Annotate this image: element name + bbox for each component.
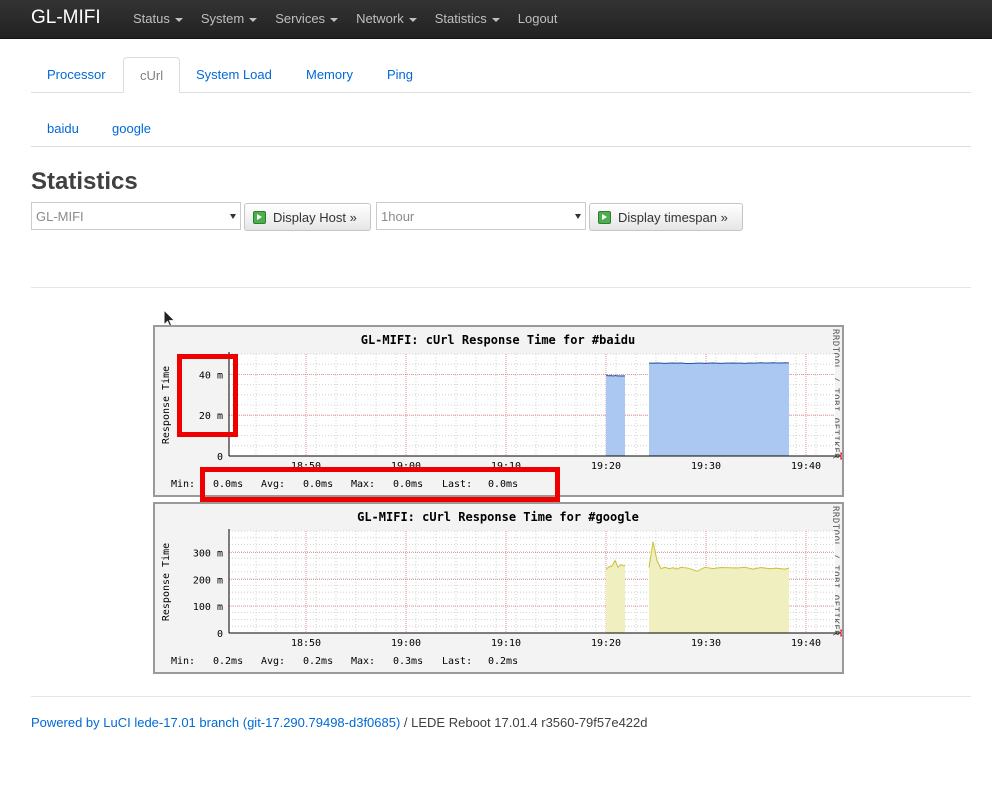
brand-logo[interactable]: GL-MIFI bbox=[31, 7, 101, 29]
curl-google-graph: GL-MIFI: cUrl Response Time for #google R… bbox=[153, 502, 844, 674]
tab-system-load[interactable]: System Load bbox=[180, 57, 288, 93]
stat-value: 0.2ms bbox=[488, 656, 518, 667]
y-axis-label: Response Time bbox=[161, 543, 172, 621]
stat-value: 0.3ms bbox=[393, 656, 423, 667]
menu-services-label: Services bbox=[275, 11, 326, 26]
timespan-select[interactable]: 1hour bbox=[376, 202, 586, 230]
chevron-down-icon bbox=[408, 17, 417, 22]
menu-status[interactable]: Status bbox=[124, 0, 192, 39]
y-axis-label: Response Time bbox=[161, 366, 172, 444]
data-area-segment bbox=[606, 560, 625, 633]
x-tick-label: 19:30 bbox=[691, 638, 721, 649]
divider bbox=[31, 287, 971, 288]
x-tick-label: 19:20 bbox=[591, 638, 621, 649]
timespan-select-value: 1hour bbox=[381, 209, 415, 224]
highlight-box-stats bbox=[200, 467, 560, 502]
menu-logout-label: Logout bbox=[517, 11, 558, 26]
x-tick-label: 19:00 bbox=[391, 638, 421, 649]
menu-system[interactable]: System bbox=[192, 0, 266, 39]
display-timespan-label: Display timespan » bbox=[618, 210, 728, 225]
display-timespan-button[interactable]: Display timespan » bbox=[589, 203, 743, 231]
apply-icon bbox=[598, 211, 611, 224]
chevron-down-icon bbox=[249, 17, 258, 22]
host-subtabs: baidu google bbox=[31, 110, 971, 147]
stat-label: Max: bbox=[351, 656, 375, 667]
host-select-value: GL-MIFI bbox=[36, 209, 84, 224]
x-tick-label: 19:20 bbox=[591, 461, 621, 472]
x-axis-arrow bbox=[840, 452, 842, 460]
x-tick-label: 19:10 bbox=[491, 638, 521, 649]
stat-label: Avg: bbox=[261, 656, 285, 667]
subtab-google[interactable]: google bbox=[112, 121, 151, 136]
page-title: Statistics bbox=[31, 168, 138, 195]
luci-link[interactable]: Powered by LuCI lede-17.01 branch (git-1… bbox=[31, 715, 400, 730]
display-host-button[interactable]: Display Host » bbox=[244, 203, 371, 231]
chevron-down-icon bbox=[174, 17, 183, 22]
tab-processor[interactable]: Processor bbox=[31, 57, 122, 93]
divider bbox=[31, 696, 971, 697]
main-menu: Status System Services Network Statistic… bbox=[124, 0, 567, 39]
y-tick-label: 300 m bbox=[193, 548, 223, 559]
menu-status-label: Status bbox=[133, 11, 170, 26]
chevron-down-icon bbox=[491, 17, 500, 22]
menu-logout[interactable]: Logout bbox=[509, 0, 567, 39]
x-tick-label: 19:40 bbox=[791, 461, 821, 472]
stat-label: Min: bbox=[171, 479, 195, 490]
tab-ping[interactable]: Ping bbox=[371, 57, 429, 93]
y-tick-label: 100 m bbox=[193, 602, 223, 613]
footer-version: / LEDE Reboot 17.01.4 r3560-79f57e422d bbox=[400, 715, 648, 730]
chevron-down-icon bbox=[230, 214, 236, 219]
tab-curl[interactable]: cUrl bbox=[123, 57, 181, 93]
display-host-label: Display Host » bbox=[273, 210, 357, 225]
stat-label: Last: bbox=[442, 656, 472, 667]
host-select[interactable]: GL-MIFI bbox=[31, 202, 241, 230]
subtab-baidu[interactable]: baidu bbox=[47, 121, 79, 136]
chevron-down-icon bbox=[330, 17, 339, 22]
y-tick-label: 200 m bbox=[193, 575, 223, 586]
menu-statistics-label: Statistics bbox=[434, 11, 487, 26]
stat-label: Min: bbox=[171, 656, 195, 667]
curl-google-chart: GL-MIFI: cUrl Response Time for #google R… bbox=[161, 506, 842, 667]
y-tick-label: 0 bbox=[217, 452, 223, 463]
statistics-tabs: Processor cUrl System Load Memory Ping bbox=[31, 57, 971, 93]
menu-network-label: Network bbox=[356, 11, 404, 26]
chevron-down-icon bbox=[575, 214, 581, 219]
menu-network[interactable]: Network bbox=[347, 0, 426, 39]
y-tick-label: 0 bbox=[217, 629, 223, 640]
x-axis-arrow bbox=[840, 629, 842, 637]
footer: Powered by LuCI lede-17.01 branch (git-1… bbox=[31, 715, 648, 730]
data-area-segment bbox=[606, 374, 625, 456]
data-line-segment bbox=[649, 362, 790, 365]
data-area-segment bbox=[649, 362, 789, 456]
menu-system-label: System bbox=[200, 11, 245, 26]
stat-value: 0.2ms bbox=[213, 656, 243, 667]
top-navbar: GL-MIFI Status System Services Network S… bbox=[0, 0, 992, 39]
x-tick-label: 19:40 bbox=[791, 638, 821, 649]
highlight-box-yaxis bbox=[177, 354, 238, 437]
menu-services[interactable]: Services bbox=[266, 0, 347, 39]
stat-value: 0.2ms bbox=[303, 656, 333, 667]
tab-memory[interactable]: Memory bbox=[290, 57, 369, 93]
chart-title: GL-MIFI: cUrl Response Time for #baidu bbox=[361, 333, 636, 347]
menu-statistics[interactable]: Statistics bbox=[426, 0, 509, 39]
x-tick-label: 18:50 bbox=[291, 638, 321, 649]
x-tick-label: 19:30 bbox=[691, 461, 721, 472]
apply-icon bbox=[253, 211, 266, 224]
chart-title: GL-MIFI: cUrl Response Time for #google bbox=[357, 510, 639, 524]
